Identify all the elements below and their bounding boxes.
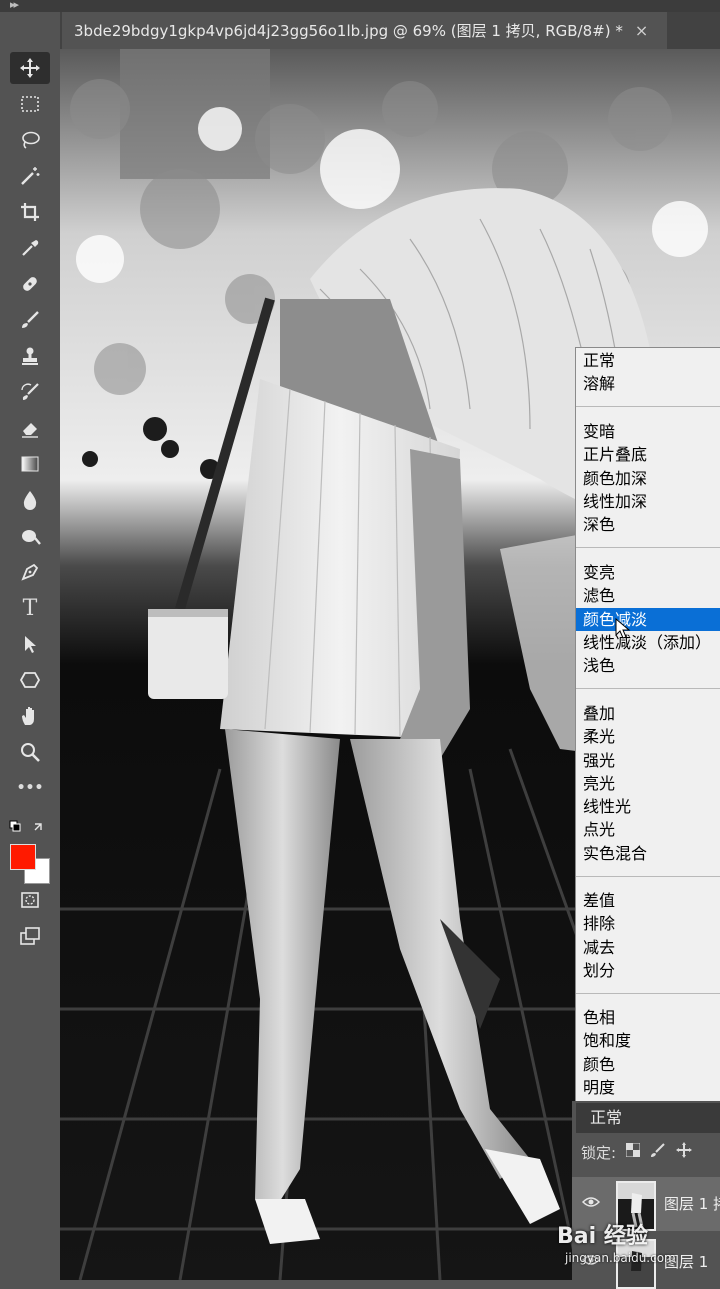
zoom-tool-icon[interactable]: [10, 736, 50, 768]
collapse-panels-icon[interactable]: ▸▸: [10, 0, 19, 11]
blend-mode-option[interactable]: 亮光: [576, 772, 720, 795]
blend-mode-option[interactable]: 线性光: [576, 795, 720, 818]
blend-mode-option[interactable]: 正常: [576, 349, 720, 372]
blend-mode-option[interactable]: 减去: [576, 936, 720, 959]
dodge-tool-icon[interactable]: [10, 520, 50, 552]
blend-mode-option[interactable]: 色相: [576, 1006, 720, 1029]
blend-mode-option[interactable]: 叠加: [576, 702, 720, 725]
default-colors-icon[interactable]: [9, 820, 42, 840]
blend-mode-option[interactable]: 变暗: [576, 420, 720, 443]
lock-image-pixels-icon[interactable]: [650, 1142, 666, 1162]
hand-tool-icon[interactable]: [10, 700, 50, 732]
menu-separator: [576, 688, 720, 689]
watermark-url: jingyan.baidu.com: [565, 1251, 676, 1265]
lock-position-icon[interactable]: [676, 1142, 693, 1162]
close-icon[interactable]: ×: [635, 21, 648, 40]
menu-separator: [576, 406, 720, 407]
magic-wand-tool-icon[interactable]: [10, 160, 50, 192]
path-selection-tool-icon[interactable]: [10, 628, 50, 660]
history-brush-tool-icon[interactable]: [10, 376, 50, 408]
quick-mask-icon[interactable]: [10, 884, 50, 916]
blend-mode-option[interactable]: 排除: [576, 912, 720, 935]
lock-transparent-pixels-icon[interactable]: [625, 1142, 641, 1161]
blend-mode-menu: 正常 溶解 变暗 正片叠底 颜色加深 线性加深 深色 变亮 滤色 颜色减淡 线性…: [575, 347, 720, 1103]
menu-separator: [576, 547, 720, 548]
blend-mode-option[interactable]: 线性加深: [576, 490, 720, 513]
eraser-tool-icon[interactable]: [10, 412, 50, 444]
blend-mode-option[interactable]: 滤色: [576, 584, 720, 607]
blend-mode-option[interactable]: 差值: [576, 889, 720, 912]
marquee-tool-icon[interactable]: [10, 88, 50, 120]
type-tool-icon[interactable]: T: [10, 592, 50, 624]
blend-mode-option[interactable]: 溶解: [576, 372, 720, 395]
blend-mode-option[interactable]: 深色: [576, 513, 720, 536]
blend-mode-option[interactable]: 颜色加深: [576, 467, 720, 490]
blend-mode-option[interactable]: 线性减淡（添加）: [576, 631, 720, 654]
lock-label: 锁定:: [581, 1143, 617, 1162]
crop-tool-icon[interactable]: [10, 196, 50, 228]
lasso-tool-icon[interactable]: [10, 124, 50, 156]
blend-mode-option[interactable]: 点光: [576, 818, 720, 841]
healing-brush-tool-icon[interactable]: [10, 268, 50, 300]
document-tab[interactable]: 3bde29bdgy1gkp4vp6jd4j23gg56o1lb.jpg @ 6…: [62, 12, 667, 49]
blend-mode-option[interactable]: 浅色: [576, 654, 720, 677]
menu-separator: [576, 993, 720, 994]
gradient-tool-icon[interactable]: [10, 448, 50, 480]
blend-mode-option-highlighted[interactable]: 颜色减淡: [576, 607, 720, 631]
move-tool-icon[interactable]: [10, 52, 50, 84]
blur-tool-icon[interactable]: [10, 484, 50, 516]
mouse-cursor-icon: [615, 618, 631, 639]
toolbar: T •••: [0, 12, 61, 1280]
blend-mode-option[interactable]: 正片叠底: [576, 443, 720, 466]
blend-mode-option[interactable]: 颜色: [576, 1053, 720, 1076]
screen-mode-icon[interactable]: [10, 920, 50, 952]
layer-name: 图层 1 拷: [664, 1195, 720, 1213]
blend-mode-select[interactable]: 正常: [576, 1103, 720, 1133]
menu-separator: [576, 876, 720, 877]
pen-tool-icon[interactable]: [10, 556, 50, 588]
eyedropper-tool-icon[interactable]: [10, 232, 50, 264]
document-tab-title: 3bde29bdgy1gkp4vp6jd4j23gg56o1lb.jpg @ 6…: [74, 22, 623, 40]
brush-tool-icon[interactable]: [10, 304, 50, 336]
blend-mode-option[interactable]: 实色混合: [576, 842, 720, 865]
lock-row: 锁定:: [572, 1137, 720, 1167]
shape-tool-icon[interactable]: [10, 664, 50, 696]
more-tools-icon[interactable]: •••: [10, 772, 50, 804]
top-strip: ▸▸: [0, 0, 720, 12]
blend-mode-option[interactable]: 饱和度: [576, 1029, 720, 1052]
blend-mode-option[interactable]: 强光: [576, 749, 720, 772]
blend-mode-option[interactable]: 柔光: [576, 725, 720, 748]
blend-mode-option[interactable]: 变亮: [576, 561, 720, 584]
clone-stamp-tool-icon[interactable]: [10, 340, 50, 372]
watermark-logo: Bai 经验: [557, 1224, 648, 1249]
foreground-color-swatch[interactable]: [10, 844, 36, 870]
document-tab-bar: 3bde29bdgy1gkp4vp6jd4j23gg56o1lb.jpg @ 6…: [60, 12, 720, 49]
visibility-eye-icon[interactable]: [581, 1194, 601, 1212]
blend-mode-option[interactable]: 明度: [576, 1076, 720, 1099]
blend-mode-option[interactable]: 划分: [576, 959, 720, 982]
